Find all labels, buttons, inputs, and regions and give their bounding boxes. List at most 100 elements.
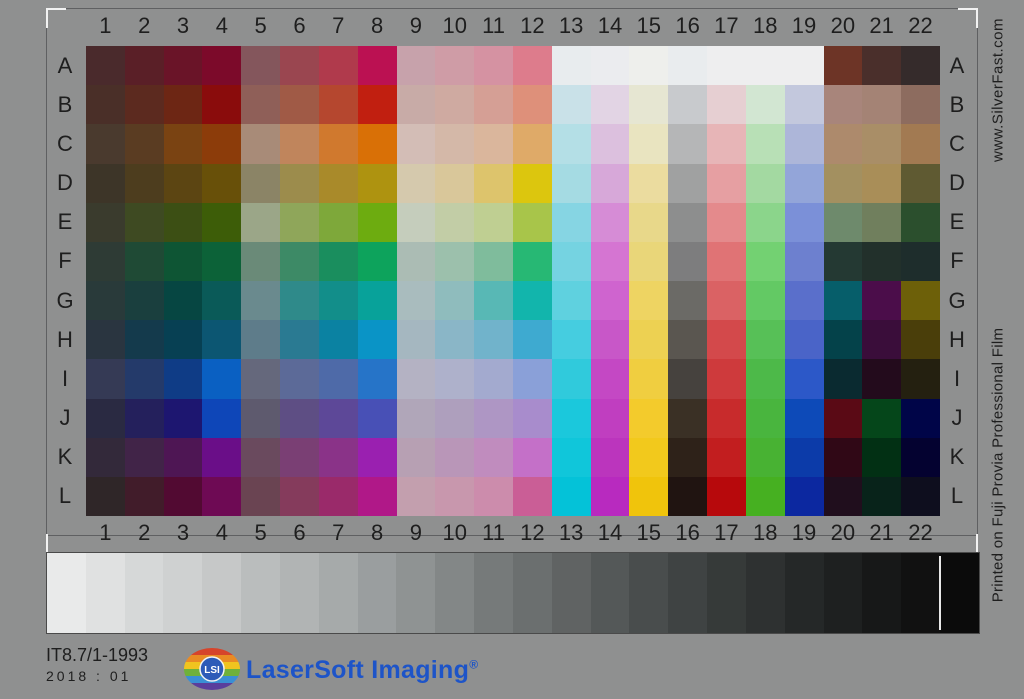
row-label-right: E	[949, 209, 965, 235]
patch-F12	[512, 241, 552, 281]
patch-J4	[202, 398, 242, 438]
patch-E12	[512, 202, 552, 242]
patch-J5	[241, 398, 281, 438]
patch-J13	[551, 398, 591, 438]
grey-step	[357, 553, 397, 633]
patch-C2	[124, 124, 164, 164]
patch-G2	[124, 281, 164, 321]
patch-J15	[629, 398, 669, 438]
row-label-left: D	[57, 170, 73, 196]
patch-B6	[280, 85, 319, 125]
patch-E8	[357, 202, 397, 242]
patch-H9	[396, 320, 436, 360]
grey-step	[435, 553, 475, 633]
patch-B13	[551, 85, 591, 125]
patch-H4	[202, 320, 242, 360]
column-label-bottom: 8	[370, 520, 384, 545]
patch-A1	[86, 46, 125, 86]
patch-F21	[862, 241, 902, 281]
patch-F17	[707, 241, 746, 281]
patch-H13	[551, 320, 591, 360]
patch-J21	[862, 398, 902, 438]
row-label-left: C	[57, 130, 73, 156]
patch-J17	[707, 398, 746, 438]
row-label-right: I	[953, 365, 961, 391]
patch-C10	[435, 124, 475, 164]
patch-A4	[202, 46, 242, 86]
patch-G15	[629, 281, 669, 321]
patch-F2	[124, 241, 164, 281]
patch-I2	[124, 359, 164, 399]
patch-K2	[124, 437, 164, 477]
patch-I10	[435, 359, 475, 399]
row-label-right: F	[950, 248, 964, 274]
batch-label: 2018 : 01	[46, 668, 132, 684]
row-label-left: A	[57, 52, 73, 78]
patch-I21	[862, 359, 902, 399]
row-label-left: H	[57, 326, 73, 352]
row-label-right: H	[949, 326, 965, 352]
grey-ramp	[46, 552, 980, 634]
patch-F7	[318, 241, 358, 281]
row-labels-left: ABCDEFGHIJKL	[48, 46, 82, 516]
patch-C6	[280, 124, 319, 164]
patch-D11	[474, 163, 513, 203]
grey-step	[784, 553, 824, 633]
patch-L20	[823, 476, 863, 516]
corner-mark-bottom-right	[958, 534, 978, 554]
patch-I4	[202, 359, 242, 399]
lsi-logo-icon: LSI	[184, 648, 240, 690]
column-label-bottom: 6	[293, 520, 306, 545]
logo-badge-text: LSI	[204, 665, 220, 676]
patch-K8	[357, 437, 397, 477]
patch-H14	[590, 320, 630, 360]
silverfast-url[interactable]: www.SilverFast.com	[990, 18, 1007, 162]
patch-F6	[280, 241, 319, 281]
patch-A7	[318, 46, 358, 86]
patch-D5	[241, 163, 281, 203]
grey-step	[47, 553, 86, 633]
patch-B18	[745, 85, 785, 125]
patch-G20	[823, 281, 863, 321]
column-label-bottom: 14	[597, 520, 623, 545]
patch-J7	[318, 398, 358, 438]
patch-C15	[629, 124, 669, 164]
patch-F22	[901, 241, 940, 281]
patch-D14	[590, 163, 630, 203]
patch-A22	[901, 46, 940, 86]
patch-L22	[901, 476, 940, 516]
patch-L4	[202, 476, 242, 516]
patch-E4	[202, 202, 242, 242]
patch-C21	[862, 124, 902, 164]
patch-A9	[396, 46, 436, 86]
patch-B5	[241, 85, 281, 125]
patch-K19	[784, 437, 824, 477]
ramp-marker	[939, 556, 941, 630]
row-label-right: B	[949, 91, 965, 117]
patch-B8	[357, 85, 397, 125]
column-label-bottom: 10	[442, 520, 467, 545]
patch-C14	[590, 124, 630, 164]
column-label-top: 2	[138, 13, 151, 38]
patch-I6	[280, 359, 319, 399]
patch-B15	[629, 85, 669, 125]
patch-A17	[707, 46, 746, 86]
grey-step	[590, 553, 630, 633]
patch-H12	[512, 320, 552, 360]
patch-K14	[590, 437, 630, 477]
patch-H19	[784, 320, 824, 360]
patch-L5	[241, 476, 281, 516]
column-label-bottom: 1	[99, 520, 112, 545]
patch-C12	[512, 124, 552, 164]
patch-L9	[396, 476, 436, 516]
patch-D18	[745, 163, 785, 203]
patch-H17	[707, 320, 746, 360]
patch-B2	[124, 85, 164, 125]
row-label-left: B	[57, 91, 73, 117]
patch-H3	[163, 320, 203, 360]
patch-A11	[474, 46, 513, 86]
patch-H8	[357, 320, 397, 360]
patch-E9	[396, 202, 436, 242]
patch-J18	[745, 398, 785, 438]
grey-step	[202, 553, 242, 633]
